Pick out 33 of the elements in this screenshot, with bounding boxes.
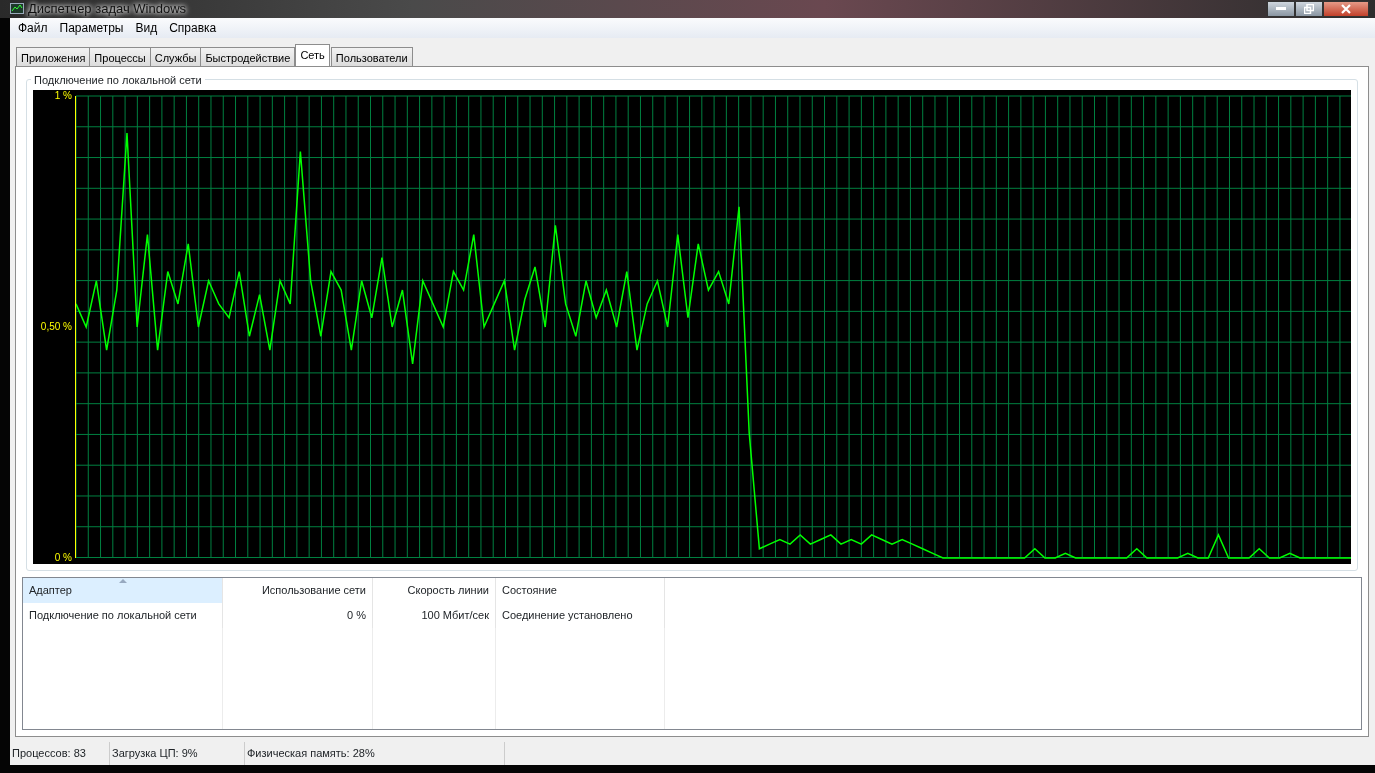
tab[interactable]: Сеть [295, 44, 330, 66]
tab[interactable]: Быстродействие [200, 47, 296, 66]
tab[interactable]: Пользователи [330, 47, 413, 66]
menu-item[interactable]: Параметры [53, 19, 130, 37]
table-cell: 0 % [223, 603, 373, 628]
tab[interactable]: Приложения [16, 47, 91, 66]
status-text: Физическая память: 28% [245, 742, 505, 765]
maximize-button[interactable] [1295, 1, 1323, 17]
maximize-icon [1304, 4, 1314, 14]
table-cell: Подключение по локальной сети [23, 603, 223, 628]
column-header[interactable]: Адаптер [23, 578, 223, 603]
menu-item[interactable]: Справка [163, 19, 223, 37]
column-header[interactable]: Скорость линии [373, 578, 496, 603]
app-icon [10, 3, 24, 15]
sort-arrow-icon [119, 579, 127, 583]
tab[interactable]: Службы [149, 47, 202, 66]
table-cell: 100 Мбит/сек [373, 603, 496, 628]
table-cell: Соединение установлено [496, 603, 665, 628]
axis-label: 0 % [54, 552, 72, 564]
column-header[interactable]: Использование сети [223, 578, 373, 603]
status-text: Загрузка ЦП: 9% [110, 742, 245, 765]
close-icon [1341, 4, 1351, 14]
axis-label: 0,50 % [40, 321, 72, 333]
menu-item[interactable]: Вид [129, 19, 164, 37]
window-title: Диспетчер задач Windows [28, 0, 187, 19]
minimize-button[interactable] [1267, 1, 1295, 17]
column-header[interactable]: Состояние [496, 578, 665, 603]
minimize-icon [1276, 7, 1286, 11]
axis-label: 1 % [54, 90, 72, 102]
status-text: Процессов: 83 [10, 742, 110, 765]
tab[interactable]: Процессы [89, 47, 151, 66]
menu-item[interactable]: Файл [12, 19, 54, 37]
close-button[interactable] [1323, 1, 1369, 17]
